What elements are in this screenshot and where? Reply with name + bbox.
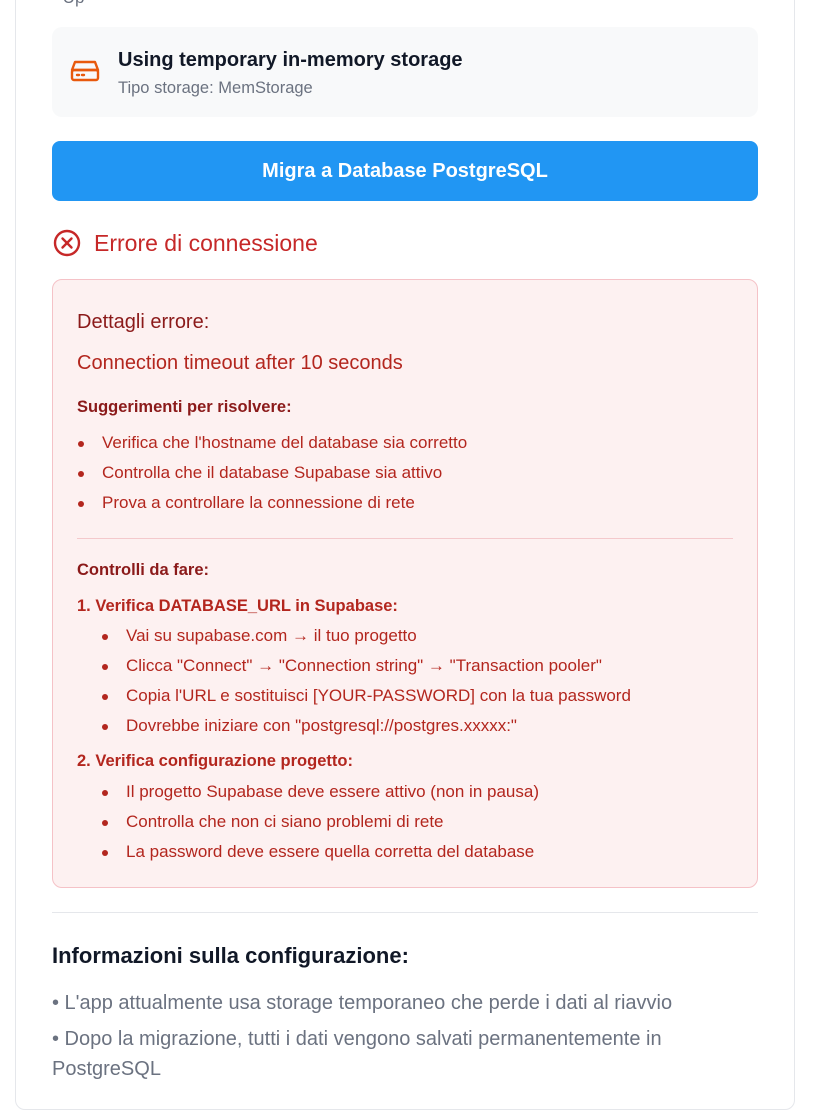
storage-type: Tipo storage: MemStorage <box>118 79 313 97</box>
info-list: • L'app attualmente usa storage temporan… <box>52 988 758 1090</box>
list-item: La password deve essere quella corretta … <box>101 842 539 872</box>
checks-heading: Controlli da fare: <box>77 561 210 579</box>
list-item: Vai su supabase.com → il tuo progetto <box>101 626 631 656</box>
error-details-box: Dettagli errore: Connection timeout afte… <box>52 279 758 888</box>
error-header: Errore di connessione <box>52 228 318 258</box>
step-1-list: Vai su supabase.com → il tuo progetto Cl… <box>101 626 631 746</box>
list-item: Prova a controllare la connessione di re… <box>77 493 467 523</box>
error-details-heading: Dettagli errore: <box>77 311 210 333</box>
error-message: Connection timeout after 10 seconds <box>77 352 403 374</box>
storage-status-box: Using temporary in-memory storage Tipo s… <box>52 27 758 117</box>
divider <box>77 538 733 539</box>
suggestions-heading: Suggerimenti per risolvere: <box>77 398 292 416</box>
list-item: Verifica che l'hostname del database sia… <box>77 433 467 463</box>
list-item: Copia l'URL e sostituisci [YOUR-PASSWORD… <box>101 686 631 716</box>
section-divider <box>52 912 758 913</box>
error-title: Errore di connessione <box>94 229 318 256</box>
list-item: Controlla che il database Supabase sia a… <box>77 463 467 493</box>
step-2-list: Il progetto Supabase deve essere attivo … <box>101 782 539 872</box>
info-item: • L'app attualmente usa storage temporan… <box>52 992 673 1014</box>
list-item: Dovrebbe iniziare con "postgresql://post… <box>101 716 631 746</box>
info-item: • Dopo la migrazione, tutti i dati vengo… <box>52 1028 662 1080</box>
list-item: Clicca "Connect" → "Connection string" →… <box>101 656 631 686</box>
suggestions-list: Verifica che l'hostname del database sia… <box>77 433 467 523</box>
list-item: Il progetto Supabase deve essere attivo … <box>101 782 539 812</box>
list-item: Controlla che non ci siano problemi di r… <box>101 812 539 842</box>
step-2-heading: 2. Verifica configurazione progetto: <box>77 752 353 770</box>
storage-title: Using temporary in-memory storage <box>118 49 463 71</box>
step-1-heading: 1. Verifica DATABASE_URL in Supabase: <box>77 597 398 615</box>
x-circle-icon <box>52 228 82 258</box>
info-heading: Informazioni sulla configurazione: <box>52 943 409 968</box>
cut-off-text: • Up <box>52 0 84 8</box>
hard-drive-icon <box>70 57 100 83</box>
migrate-postgresql-button[interactable]: Migra a Database PostgreSQL <box>52 141 758 201</box>
